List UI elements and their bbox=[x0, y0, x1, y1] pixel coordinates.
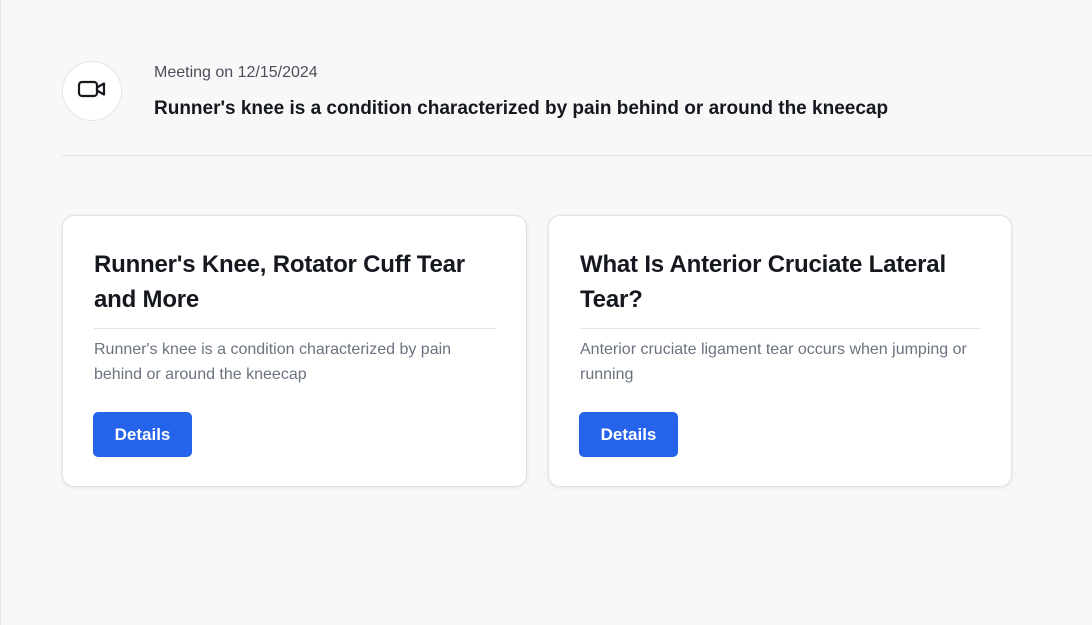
meeting-summary: Runner's knee is a condition characteriz… bbox=[154, 98, 889, 119]
card-list: Runner's Knee, Rotator Cuff Tear and Mor… bbox=[62, 215, 1012, 487]
card-title: Runner's Knee, Rotator Cuff Tear and Mor… bbox=[94, 247, 496, 329]
meeting-date: Meeting on 12/15/2024 bbox=[154, 64, 318, 81]
article-card: Runner's Knee, Rotator Cuff Tear and Mor… bbox=[62, 215, 527, 487]
card-description: Anterior cruciate ligament tear occurs w… bbox=[580, 341, 967, 383]
details-button[interactable]: Details bbox=[579, 412, 678, 457]
card-description: Runner's knee is a condition characteriz… bbox=[94, 341, 452, 383]
meeting-header: Meeting on 12/15/2024 Runner's knee is a… bbox=[62, 61, 1092, 156]
meeting-avatar bbox=[62, 61, 122, 121]
details-button[interactable]: Details bbox=[93, 412, 192, 457]
article-card: What Is Anterior Cruciate Lateral Tear? … bbox=[548, 215, 1012, 487]
card-title: What Is Anterior Cruciate Lateral Tear? bbox=[580, 247, 981, 329]
video-camera-icon bbox=[77, 78, 107, 105]
